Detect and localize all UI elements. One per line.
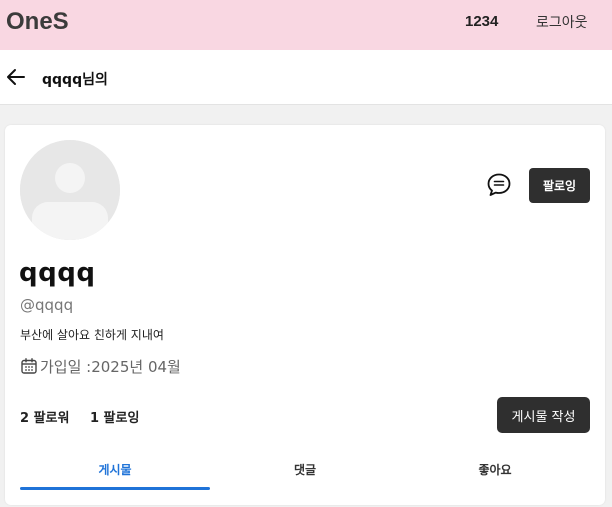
joined-date-row: 가입일 :2025년 04월 (20, 355, 181, 377)
followers-count[interactable]: 2 팔로워 (20, 411, 69, 426)
page-title: qqqq님의 (42, 72, 108, 88)
tab-comments[interactable]: 댓글 (210, 455, 400, 491)
profile-handle: @qqqq (20, 296, 74, 314)
top-navbar: OneS 1234 로그아웃 (0, 0, 612, 50)
profile-display-name: qqqq (19, 258, 96, 288)
following-count[interactable]: 1 팔로잉 (90, 411, 139, 426)
default-avatar-icon (20, 140, 120, 240)
profile-bio: 부산에 살아요 친하게 지내여 (20, 328, 164, 342)
joined-date: 가입일 :2025년 04월 (40, 357, 181, 376)
page-subheader: qqqq님의 (0, 50, 612, 105)
logout-button[interactable]: 로그아웃 (536, 12, 588, 32)
brand-logo[interactable]: OneS (6, 8, 69, 36)
arrow-left-icon[interactable] (5, 66, 27, 88)
write-post-button[interactable]: 게시물 작성 (497, 397, 590, 433)
profile-tabs: 게시물 댓글 좋아요 (20, 455, 590, 491)
chat-bubble-icon[interactable] (486, 172, 512, 198)
active-tab-indicator (20, 487, 210, 490)
user-number[interactable]: 1234 (465, 13, 498, 30)
follow-stats: 2 팔로워 1 팔로잉 (20, 407, 155, 426)
calendar-icon (21, 358, 37, 374)
tab-likes[interactable]: 좋아요 (400, 455, 590, 491)
following-button[interactable]: 팔로잉 (529, 168, 590, 203)
avatar (20, 140, 120, 240)
profile-card: 팔로잉 qqqq @qqqq 부산에 살아요 친하게 지내여 가입일 :2025… (5, 125, 605, 505)
tab-posts[interactable]: 게시물 (20, 455, 210, 491)
